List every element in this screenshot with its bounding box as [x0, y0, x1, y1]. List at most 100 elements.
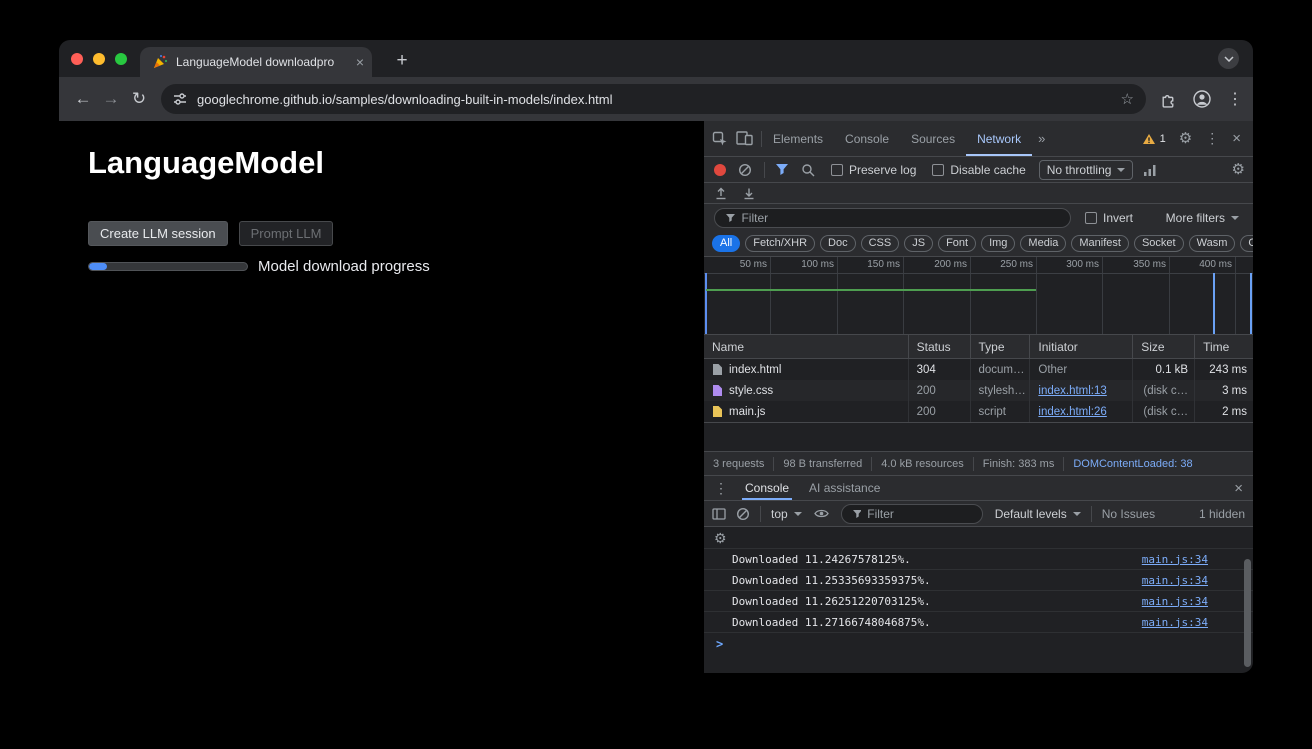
chip-manifest[interactable]: Manifest [1071, 235, 1129, 252]
window-minimize-button[interactable] [93, 53, 105, 65]
console-source-link[interactable]: main.js:34 [1142, 616, 1208, 629]
network-filter-field[interactable] [714, 208, 1071, 228]
more-tabs-icon[interactable]: » [1032, 131, 1051, 146]
more-filters-dropdown[interactable]: More filters [1166, 211, 1239, 225]
warnings-badge[interactable]: 1 [1142, 133, 1166, 145]
import-har-icon[interactable] [714, 186, 728, 200]
console-settings-icon[interactable]: ⚙ [714, 531, 727, 545]
console-sidebar-icon[interactable] [712, 508, 726, 520]
extensions-icon[interactable] [1160, 91, 1177, 108]
console-message-text: Downloaded 11.24267578125%. [732, 553, 911, 566]
console-message-row[interactable]: Downloaded 11.26251220703125%. main.js:3… [704, 590, 1253, 611]
throttling-select[interactable]: No throttling [1039, 160, 1134, 180]
devtools-tab-console[interactable]: Console [834, 121, 900, 156]
console-filter-field[interactable] [841, 504, 983, 524]
live-expression-eye-icon[interactable] [814, 508, 829, 519]
drawer-tab-ai-assistance[interactable]: AI assistance [806, 476, 883, 500]
new-tab-button[interactable]: + [389, 48, 415, 74]
filter-funnel-icon[interactable] [775, 163, 789, 176]
site-settings-icon[interactable] [173, 92, 187, 106]
console-message-row[interactable]: Downloaded 11.27166748046875%. main.js:3… [704, 611, 1253, 632]
clear-console-icon[interactable] [736, 507, 750, 521]
console-scrollbar-thumb[interactable] [1244, 559, 1251, 667]
search-icon[interactable] [801, 163, 815, 177]
invert-checkbox[interactable] [1085, 212, 1097, 224]
console-message-row[interactable]: Downloaded 11.24267578125%. main.js:34 [704, 548, 1253, 569]
console-prompt[interactable]: > [704, 632, 1253, 656]
window-close-button[interactable] [71, 53, 83, 65]
clear-network-log-icon[interactable] [738, 163, 752, 177]
chip-doc[interactable]: Doc [820, 235, 856, 252]
drawer-menu-icon[interactable]: ⋮ [714, 480, 728, 497]
chip-wasm[interactable]: Wasm [1189, 235, 1236, 252]
devtools-tab-sources[interactable]: Sources [900, 121, 966, 156]
network-settings-icon[interactable]: ⚙ [1232, 162, 1245, 177]
devtools-settings-icon[interactable]: ⚙ [1179, 131, 1192, 146]
chip-all[interactable]: All [712, 235, 740, 252]
network-overview-timeline[interactable]: 50 ms 100 ms 150 ms 200 ms 250 ms 300 ms… [704, 257, 1253, 335]
profile-avatar-icon[interactable] [1193, 90, 1211, 108]
chip-other[interactable]: Other [1240, 235, 1253, 252]
console-source-link[interactable]: main.js:34 [1142, 595, 1208, 608]
disable-cache-checkbox[interactable] [932, 164, 944, 176]
column-header-initiator[interactable]: Initiator [1030, 335, 1133, 358]
request-name: index.html [729, 364, 781, 376]
column-header-status[interactable]: Status [909, 335, 971, 358]
console-context-select[interactable]: top [771, 507, 802, 521]
browser-menu-icon[interactable]: ⋮ [1227, 89, 1243, 109]
log-levels-select[interactable]: Default levels [995, 507, 1081, 521]
browser-tab[interactable]: LanguageModel downloadpro × [140, 47, 372, 77]
preserve-log-checkbox[interactable] [831, 164, 843, 176]
table-row[interactable]: main.js 200 script index.html:26 (disk c… [704, 401, 1253, 422]
reload-button[interactable]: ↻ [125, 85, 153, 113]
column-header-size[interactable]: Size [1133, 335, 1195, 358]
table-row[interactable]: index.html 304 docum… Other 0.1 kB 243 m… [704, 359, 1253, 380]
chip-font[interactable]: Font [938, 235, 976, 252]
forward-button[interactable]: → [97, 85, 125, 113]
chip-fetch-xhr[interactable]: Fetch/XHR [745, 235, 815, 252]
preserve-log-label[interactable]: Preserve log [849, 163, 916, 177]
column-header-type[interactable]: Type [971, 335, 1031, 358]
console-source-link[interactable]: main.js:34 [1142, 574, 1208, 587]
tab-search-button[interactable] [1218, 48, 1239, 69]
console-source-link[interactable]: main.js:34 [1142, 553, 1208, 566]
column-header-name[interactable]: Name [704, 335, 909, 358]
chip-media[interactable]: Media [1020, 235, 1066, 252]
chip-css[interactable]: CSS [861, 235, 900, 252]
table-row[interactable]: style.css 200 stylesh… index.html:13 (di… [704, 380, 1253, 401]
network-conditions-icon[interactable] [1143, 164, 1157, 176]
drawer-close-icon[interactable]: × [1234, 480, 1243, 497]
address-bar[interactable]: googlechrome.github.io/samples/downloadi… [161, 84, 1146, 114]
timeline-event-marker [1250, 273, 1252, 334]
initiator-link[interactable]: index.html:13 [1038, 385, 1106, 397]
tab-close-icon[interactable]: × [356, 54, 364, 70]
bookmark-star-icon[interactable]: ☆ [1121, 90, 1134, 108]
export-har-icon[interactable] [742, 186, 756, 200]
column-header-time[interactable]: Time [1195, 335, 1253, 358]
desktop-background: LanguageModel downloadpro × + ← → ↻ goog… [0, 0, 1312, 749]
inspect-element-icon[interactable] [712, 131, 728, 147]
chip-socket[interactable]: Socket [1134, 235, 1184, 252]
invert-label[interactable]: Invert [1103, 211, 1133, 225]
create-llm-session-button[interactable]: Create LLM session [88, 221, 228, 246]
window-zoom-button[interactable] [115, 53, 127, 65]
chip-js[interactable]: JS [904, 235, 933, 252]
console-filter-input[interactable] [867, 507, 971, 521]
device-toolbar-icon[interactable] [736, 131, 753, 146]
devtools-menu-icon[interactable]: ⋮ [1205, 130, 1219, 147]
devtools-tab-network[interactable]: Network [966, 121, 1032, 156]
network-filter-input[interactable] [741, 211, 1060, 225]
chip-img[interactable]: Img [981, 235, 1015, 252]
back-button[interactable]: ← [69, 85, 97, 113]
initiator-link[interactable]: index.html:26 [1038, 406, 1106, 418]
drawer-tab-console[interactable]: Console [742, 476, 792, 500]
divider [764, 162, 765, 178]
summary-requests: 3 requests [704, 457, 774, 471]
record-network-log-icon[interactable] [714, 164, 726, 176]
disable-cache-label[interactable]: Disable cache [950, 163, 1025, 177]
console-message-row[interactable]: Downloaded 11.25335693359375%. main.js:3… [704, 569, 1253, 590]
devtools-close-icon[interactable]: × [1232, 130, 1241, 147]
hidden-messages-count[interactable]: 1 hidden [1199, 507, 1245, 521]
devtools-tab-elements[interactable]: Elements [762, 121, 834, 156]
issues-counter[interactable]: No Issues [1102, 507, 1155, 521]
